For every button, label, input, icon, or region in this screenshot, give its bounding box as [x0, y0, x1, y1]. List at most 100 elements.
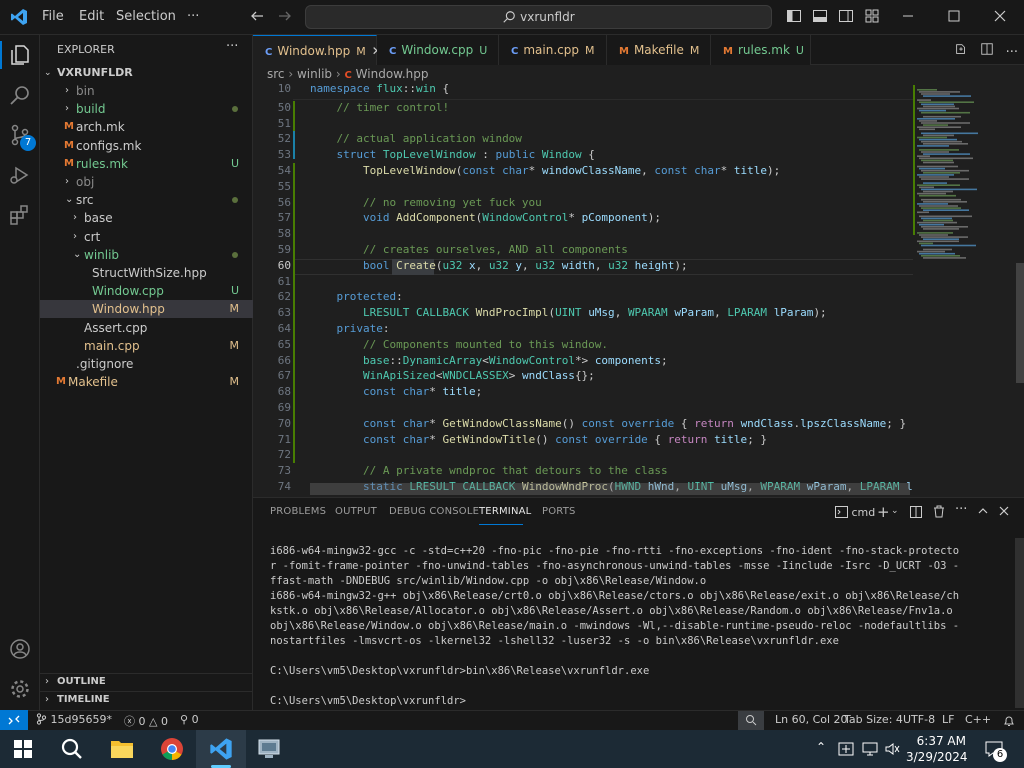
customize-layout-icon[interactable]: [864, 8, 880, 24]
code-line[interactable]: bool Create(u32 x, u32 y, u32 width, u32…: [310, 258, 688, 274]
account-icon[interactable]: [8, 637, 32, 661]
encoding[interactable]: UTF-8: [903, 713, 935, 726]
terminal-shell[interactable]: cmd: [835, 506, 875, 519]
breadcrumb-item[interactable]: Window.hpp: [356, 67, 429, 81]
tray-network-icon[interactable]: [862, 741, 878, 757]
explorer-more-icon[interactable]: ···: [226, 39, 238, 54]
tree-item-window-cpp[interactable]: Window.cpp U: [40, 282, 253, 300]
back-arrow-icon[interactable]: [249, 8, 265, 24]
zoom-indicator[interactable]: [738, 711, 764, 730]
tab-rules-mk[interactable]: Mrules.mk U: [711, 35, 811, 65]
outline-section[interactable]: › OUTLINE: [40, 673, 253, 691]
panel-more-icon[interactable]: ···: [955, 502, 967, 517]
ports-indicator[interactable]: ⚲ 0: [180, 713, 199, 726]
code-line[interactable]: const char* title;: [310, 384, 482, 400]
tree-item-main-cpp[interactable]: main.cpp M: [40, 337, 253, 355]
menu-more[interactable]: ···: [187, 9, 199, 24]
code-line[interactable]: namespace flux::win {: [310, 83, 449, 97]
code-line[interactable]: struct TopLevelWindow : public Window {: [310, 147, 595, 163]
tree-item-makefile[interactable]: M Makefile M: [40, 373, 253, 391]
code-line[interactable]: // timer control!: [310, 100, 450, 116]
tab-window-hpp[interactable]: CWindow.hppM✕: [253, 35, 382, 65]
menu-file[interactable]: File: [42, 9, 64, 24]
settings-gear-icon[interactable]: [8, 677, 32, 701]
tree-item-obj[interactable]: › obj: [40, 173, 253, 191]
panel-tab-debug-console[interactable]: DEBUG CONSOLE: [389, 506, 479, 517]
notifications-bell-icon[interactable]: [1003, 715, 1015, 727]
panel-tab-ports[interactable]: PORTS: [542, 506, 576, 517]
command-center[interactable]: vxrunfldr: [305, 5, 772, 29]
code-line[interactable]: base::DynamicArray<WindowControl*> compo…: [310, 353, 668, 369]
terminal-scrollbar[interactable]: [1015, 538, 1024, 708]
panel-tab-terminal[interactable]: TERMINAL: [479, 506, 531, 517]
search-icon[interactable]: [8, 83, 32, 107]
tree-item-bin[interactable]: › bin: [40, 82, 253, 100]
tray-chevron-up-icon[interactable]: ⌃: [816, 740, 826, 754]
code-editor[interactable]: 10 namespace flux::win {50 // timer contr…: [253, 83, 913, 495]
tree-item-assert-cpp[interactable]: Assert.cpp: [40, 319, 253, 337]
tree-item-arch-mk[interactable]: March.mk: [40, 118, 253, 136]
eol[interactable]: LF: [942, 713, 954, 726]
maximize-panel-icon[interactable]: [977, 506, 989, 516]
remote-indicator[interactable]: [0, 710, 28, 730]
taskbar-search-icon[interactable]: [60, 737, 84, 761]
code-line[interactable]: TopLevelWindow(const char* windowClassNa…: [310, 163, 780, 179]
files-icon[interactable]: [8, 43, 32, 67]
breadcrumb-item[interactable]: winlib: [297, 67, 332, 81]
code-line[interactable]: // creates ourselves, AND all components: [310, 242, 628, 258]
tree-item-base[interactable]: › base: [40, 209, 253, 227]
close-window-icon[interactable]: [992, 8, 1008, 24]
trash-icon[interactable]: [933, 505, 945, 518]
code-line[interactable]: WinApiSized<WNDCLASSEX> wndClass{};: [310, 368, 595, 384]
problems-indicator[interactable]: ⓧ 0 △ 0: [124, 713, 168, 729]
windows-start-icon[interactable]: [14, 740, 32, 758]
git-branch[interactable]: 15d95659*: [36, 713, 112, 726]
vertical-scrollbar[interactable]: [1016, 263, 1024, 383]
toggle-sidebar-icon[interactable]: [786, 8, 802, 24]
run-debug-icon[interactable]: [8, 163, 32, 187]
tree-item-window-hpp[interactable]: Window.hpp M: [40, 300, 253, 319]
code-line[interactable]: LRESULT CALLBACK WndProcImpl(UINT uMsg, …: [310, 305, 827, 321]
chrome-icon[interactable]: [160, 737, 184, 761]
horizontal-scrollbar[interactable]: [310, 483, 910, 495]
tree-item--gitignore[interactable]: .gitignore: [40, 355, 253, 373]
code-line[interactable]: // A private wndproc that detours to the…: [310, 463, 668, 479]
new-terminal-icon[interactable]: +: [877, 503, 890, 521]
vscode-taskbar-item[interactable]: [196, 730, 246, 768]
remote-desktop-icon[interactable]: [258, 738, 282, 760]
code-line[interactable]: void AddComponent(WindowControl* pCompon…: [310, 210, 661, 226]
code-line[interactable]: const char* GetWindowClassName() const o…: [310, 416, 906, 432]
chevron-down-icon[interactable]: ⌄: [891, 506, 899, 516]
code-line[interactable]: // no removing yet fuck you: [310, 195, 542, 211]
code-line[interactable]: // actual application window: [310, 131, 522, 147]
split-terminal-icon[interactable]: [910, 506, 922, 518]
more-actions-icon[interactable]: ···: [1006, 45, 1018, 60]
timeline-section[interactable]: › TIMELINE: [40, 691, 253, 709]
extensions-icon[interactable]: [8, 203, 32, 227]
tree-item-build[interactable]: › build: [40, 100, 253, 118]
forward-arrow-icon[interactable]: [277, 8, 293, 24]
clock-date[interactable]: 3/29/2024: [906, 750, 968, 764]
maximize-icon[interactable]: [946, 8, 962, 24]
tree-item-src[interactable]: ⌄ src: [40, 191, 253, 209]
panel-tab-output[interactable]: OUTPUT: [335, 506, 377, 517]
tree-item-configs-mk[interactable]: Mconfigs.mk: [40, 137, 253, 155]
code-line[interactable]: protected:: [310, 289, 403, 305]
cursor-position[interactable]: Ln 60, Col 20: [775, 713, 848, 726]
language-mode[interactable]: C++: [965, 713, 991, 726]
minimap[interactable]: [913, 83, 1024, 495]
toggle-panel-icon[interactable]: [812, 8, 828, 24]
clock-time[interactable]: 6:37 AM: [910, 734, 966, 748]
indentation[interactable]: Tab Size: 4: [844, 713, 903, 726]
workspace-root[interactable]: ⌄ VXRUNFLDR: [40, 64, 253, 82]
toggle-secondary-sidebar-icon[interactable]: [838, 8, 854, 24]
split-editor-icon[interactable]: [980, 42, 994, 56]
code-line[interactable]: // Components mounted to this window.: [310, 337, 608, 353]
tab-main-cpp[interactable]: Cmain.cpp M: [499, 35, 607, 65]
tree-item-crt[interactable]: › crt: [40, 228, 253, 246]
file-explorer-icon[interactable]: [110, 738, 134, 760]
tray-defender-icon[interactable]: [838, 741, 854, 757]
minimize-icon[interactable]: [900, 8, 916, 24]
menu-edit[interactable]: Edit: [79, 9, 104, 24]
close-panel-icon[interactable]: [999, 506, 1009, 516]
